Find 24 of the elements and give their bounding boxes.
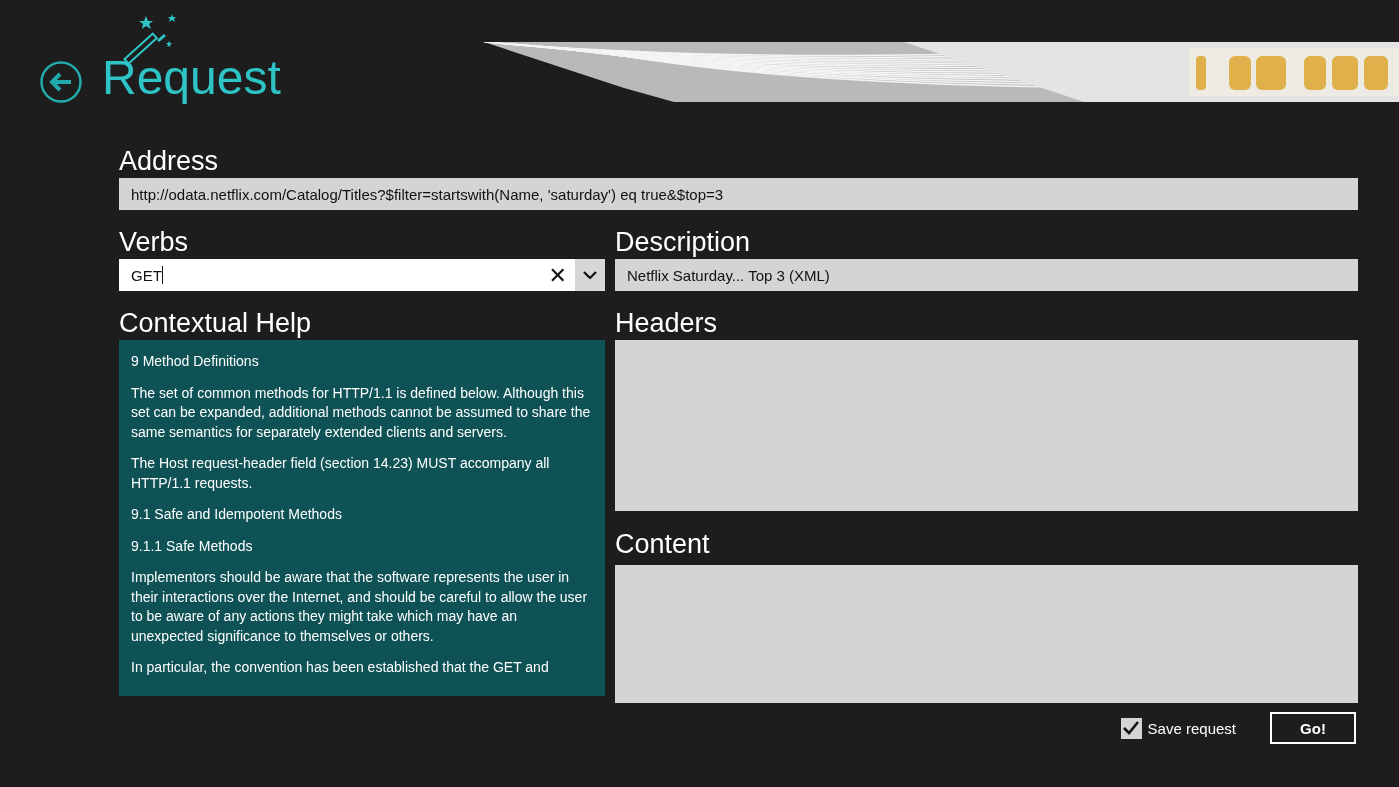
help-paragraph: The set of common methods for HTTP/1.1 is defined below. Although this set can be expanded, additional methods cannot be assumed to share the same semantics for separately extended clients and servers. — [131, 383, 592, 442]
field-label: Description — [615, 226, 752, 259]
clear-button[interactable]: ✕ — [540, 259, 575, 291]
save-request-checkbox[interactable]: Save request — [1120, 717, 1236, 739]
content-field[interactable] — [615, 565, 1358, 703]
chevron-down-icon — [583, 271, 597, 279]
description-field[interactable]: Netflix Saturday... Top 3 (XML) — [615, 259, 1358, 291]
verbs-input-field[interactable]: GET — [119, 259, 541, 291]
help-paragraph: 9.1 Safe and Idempotent Methods — [131, 505, 343, 524]
headers-field[interactable] — [615, 340, 1358, 511]
address-field[interactable]: http://odata.netflix.com/Catalog/Titles?$filter=startswith(Name, 'saturday') eq true&$top=3 — [119, 178, 1358, 210]
field-label: Verbs — [119, 226, 190, 259]
dropdown-button[interactable] — [575, 259, 605, 291]
page-title: Request — [102, 54, 281, 102]
section-label: Contextual Help — [119, 307, 313, 340]
help-paragraph: Implementors should be aware that the software represents the user in their interactions over the Internet, and should be careful to allow the user to be aware of any actions they might take which may have an unexpected significance to themselves or others. — [131, 568, 589, 646]
go-button[interactable]: Go! — [1270, 712, 1356, 744]
field-label: Headers — [615, 307, 719, 340]
field-label: Content — [615, 528, 711, 561]
help-paragraph: The Host request-header field (section 14.23) MUST accompany all HTTP/1.1 requests. — [131, 454, 551, 493]
field-label: Address — [119, 145, 220, 178]
help-paragraph: In particular, the convention has been established that the GET and — [131, 658, 550, 677]
help-paragraph: 9.1.1 Safe Methods — [131, 536, 254, 556]
help-paragraph: 9 Method Definitions — [131, 352, 260, 371]
